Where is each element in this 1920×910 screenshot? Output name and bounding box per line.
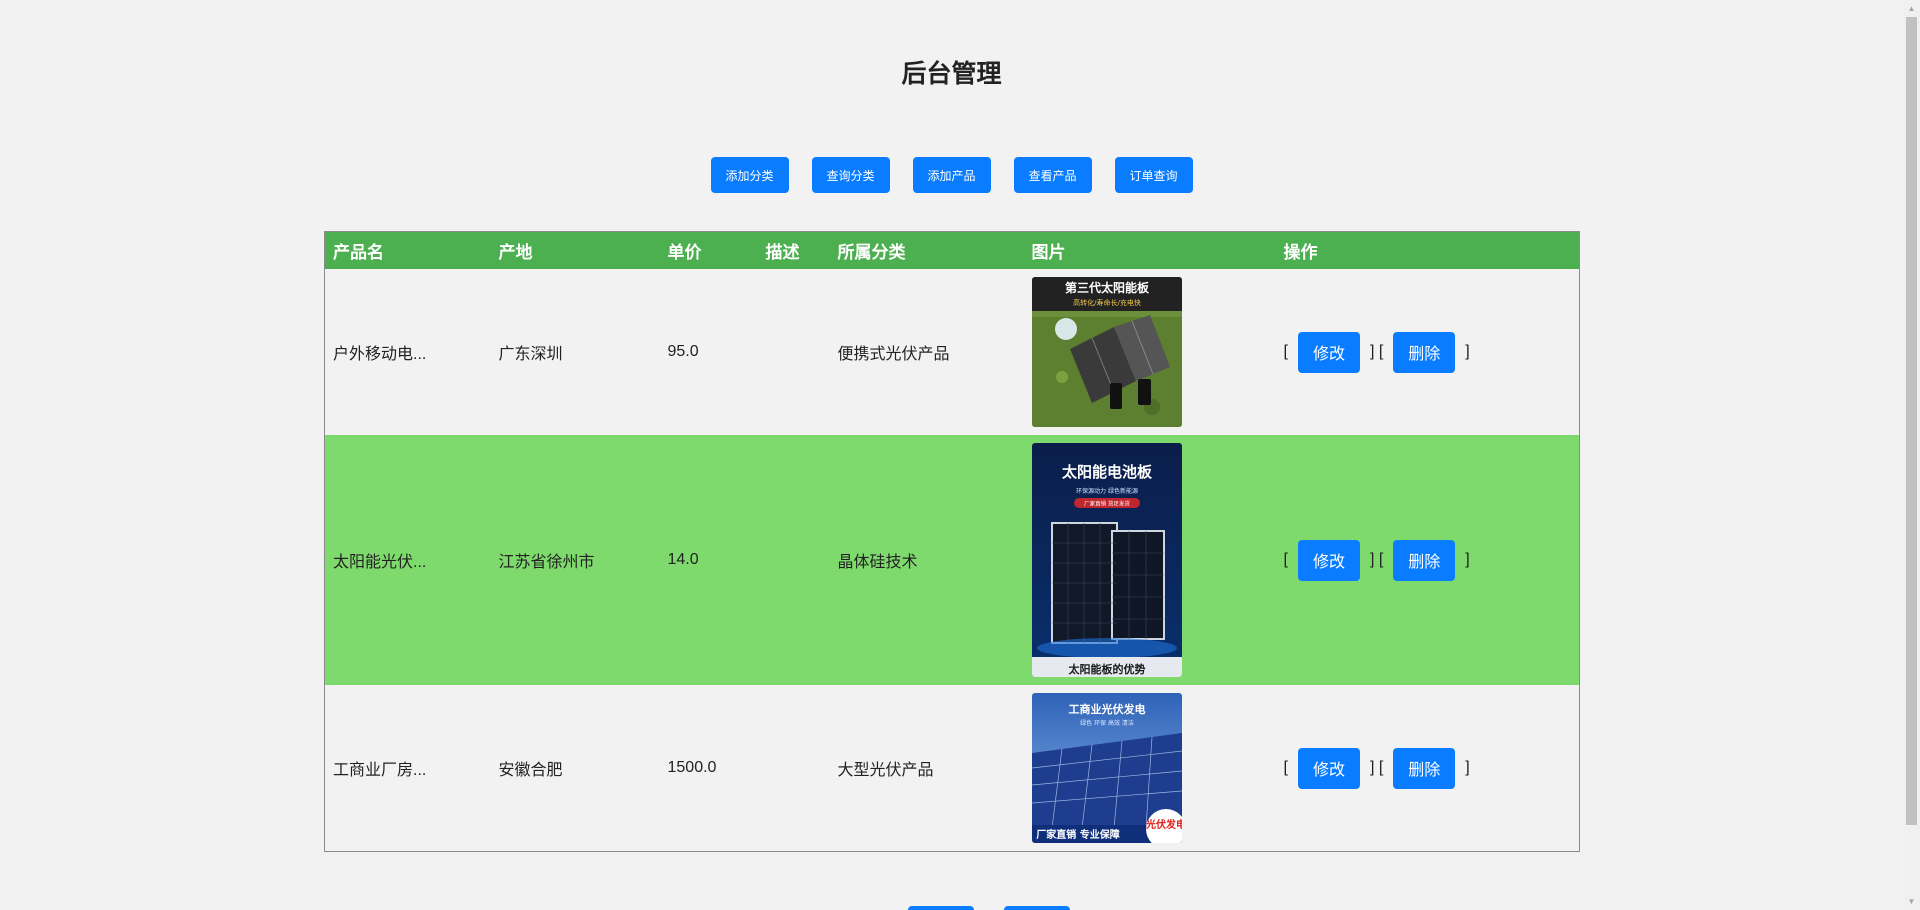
row-actions: [ 修改 ] [ 删除 ] (1283, 539, 1580, 581)
vertical-scrollbar[interactable]: ▲ ▼ (1903, 0, 1920, 910)
product-image-cell: 工商业光伏发电 绿色 环保 高效 清洁 厂家直销 专业保障 光伏发电 (1023, 685, 1276, 852)
product-origin: 广东深圳 (490, 269, 660, 435)
pagination (908, 906, 1070, 910)
product-origin: 江苏省徐州市 (490, 435, 660, 685)
products-table: 产品名 产地 单价 描述 所属分类 图片 操作 户外移动电... 广东深圳 95… (324, 231, 1580, 852)
product-desc (757, 269, 830, 435)
product-category: 晶体硅技术 (829, 435, 1024, 685)
bracket-close: ] (1465, 343, 1470, 360)
product-name: 太阳能光伏... (324, 435, 491, 685)
image-title-text: 工商业光伏发电 (1068, 702, 1145, 716)
query-category-button[interactable]: 查询分类 (811, 157, 890, 193)
solar-cell-panel-image: 太阳能电池板 环保源动力 绿色新能源 厂家直销 货足发货 太阳能板的优势 (1031, 443, 1182, 677)
table-header-row: 产品名 产地 单价 描述 所属分类 图片 操作 (324, 231, 1580, 269)
product-origin: 安徽合肥 (490, 685, 660, 852)
portable-solar-panel-image: 第三代太阳能板 高转化/寿命长/充电快 (1031, 277, 1182, 427)
col-header-price: 单价 (659, 231, 758, 269)
bracket-mid: ] [ (1369, 551, 1384, 568)
bracket-open: [ (1283, 551, 1288, 568)
nav-bar: 添加分类 查询分类 添加产品 查看产品 订单查询 (0, 157, 1903, 193)
image-badge-text: 光伏发电 (1145, 818, 1182, 831)
product-price: 14.0 (659, 435, 758, 685)
product-name: 户外移动电... (324, 269, 491, 435)
table-row: 户外移动电... 广东深圳 95.0 便携式光伏产品 第三代太阳能板 高转化/寿… (324, 269, 1580, 435)
image-footer-text: 厂家直销 专业保障 (1036, 828, 1119, 841)
ops-cell: [ 修改 ] [ 删除 ] (1275, 685, 1580, 852)
order-query-button[interactable]: 订单查询 (1114, 157, 1193, 193)
image-title-text: 第三代太阳能板 (1064, 280, 1149, 295)
industrial-solar-roof-image: 工商业光伏发电 绿色 环保 高效 清洁 厂家直销 专业保障 光伏发电 (1031, 693, 1182, 843)
delete-button[interactable]: 删除 (1393, 331, 1456, 373)
col-header-origin: 产地 (490, 231, 660, 269)
ops-cell: [ 修改 ] [ 删除 ] (1275, 269, 1580, 435)
scroll-up-icon[interactable]: ▲ (1903, 0, 1920, 17)
table-row: 工商业厂房... 安徽合肥 1500.0 大型光伏产品 工商业光伏发电 绿色 环… (324, 685, 1580, 852)
ops-cell: [ 修改 ] [ 删除 ] (1275, 435, 1580, 685)
product-desc (757, 435, 830, 685)
edit-button[interactable]: 修改 (1297, 539, 1360, 581)
product-category: 便携式光伏产品 (829, 269, 1024, 435)
bracket-open: [ (1283, 343, 1288, 360)
prev-page-button[interactable] (908, 906, 974, 910)
product-price: 95.0 (659, 269, 758, 435)
product-image-cell: 第三代太阳能板 高转化/寿命长/充电快 (1023, 269, 1276, 435)
view-products-button[interactable]: 查看产品 (1013, 157, 1092, 193)
image-footer-text: 太阳能板的优势 (1067, 662, 1145, 676)
bracket-open: [ (1283, 759, 1288, 776)
product-image: 太阳能电池板 环保源动力 绿色新能源 厂家直销 货足发货 太阳能板的优势 (1031, 443, 1182, 677)
edit-button[interactable]: 修改 (1297, 331, 1360, 373)
bracket-mid: ] [ (1369, 759, 1384, 776)
image-title-text: 太阳能电池板 (1061, 463, 1152, 481)
page-title: 后台管理 (901, 60, 1002, 88)
delete-button[interactable]: 删除 (1393, 539, 1456, 581)
bracket-mid: ] [ (1369, 343, 1384, 360)
col-header-name: 产品名 (324, 231, 491, 269)
product-image-cell: 太阳能电池板 环保源动力 绿色新能源 厂家直销 货足发货 太阳能板的优势 (1023, 435, 1276, 685)
col-header-category: 所属分类 (829, 231, 1024, 269)
image-sub-text: 高转化/寿命长/充电快 (1073, 298, 1141, 307)
admin-page: 后台管理 添加分类 查询分类 添加产品 查看产品 订单查询 产品名 产地 单价 … (0, 0, 1920, 910)
scroll-down-icon[interactable]: ▼ (1903, 893, 1920, 910)
scrollbar-thumb[interactable] (1906, 17, 1917, 825)
image-sub-text: 绿色 环保 高效 清洁 (1080, 719, 1134, 727)
product-price: 1500.0 (659, 685, 758, 852)
table-row: 太阳能光伏... 江苏省徐州市 14.0 晶体硅技术 太阳能电池板 环保源动力 … (324, 435, 1580, 685)
edit-button[interactable]: 修改 (1297, 747, 1360, 789)
add-category-button[interactable]: 添加分类 (710, 157, 789, 193)
image-sub-text: 环保源动力 绿色新能源 (1076, 487, 1138, 495)
product-category: 大型光伏产品 (829, 685, 1024, 852)
next-page-button[interactable] (1004, 906, 1070, 910)
col-header-ops: 操作 (1275, 231, 1580, 269)
product-desc (757, 685, 830, 852)
row-actions: [ 修改 ] [ 删除 ] (1283, 331, 1580, 373)
col-header-image: 图片 (1023, 231, 1276, 269)
image-tag-text: 厂家直销 货足发货 (1084, 500, 1130, 508)
product-image: 第三代太阳能板 高转化/寿命长/充电快 (1031, 277, 1182, 427)
delete-button[interactable]: 删除 (1393, 747, 1456, 789)
product-image: 工商业光伏发电 绿色 环保 高效 清洁 厂家直销 专业保障 光伏发电 (1031, 693, 1182, 843)
product-name: 工商业厂房... (324, 685, 491, 852)
bracket-close: ] (1465, 551, 1470, 568)
bracket-close: ] (1465, 759, 1470, 776)
col-header-desc: 描述 (757, 231, 830, 269)
row-actions: [ 修改 ] [ 删除 ] (1283, 747, 1580, 789)
add-product-button[interactable]: 添加产品 (912, 157, 991, 193)
